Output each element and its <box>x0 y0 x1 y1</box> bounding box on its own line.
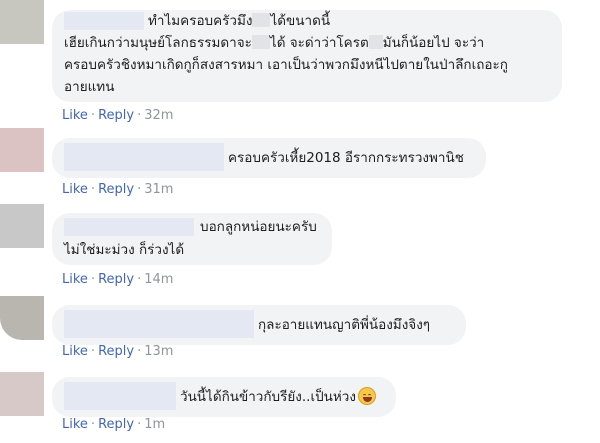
comment-text: บอกลูกหน่อยนะครับ <box>200 219 317 235</box>
comment-actions: Like · Reply · 1m <box>62 417 166 432</box>
timestamp[interactable]: 32m <box>144 108 173 123</box>
grinning-sweat-emoji <box>357 387 376 405</box>
avatar[interactable] <box>0 204 44 248</box>
comment-bubble: กุละอายแทนญาติพี่น้องมึงจิงๆ <box>52 305 466 345</box>
avatar[interactable] <box>0 372 44 416</box>
like-button[interactable]: Like <box>62 272 88 287</box>
timestamp[interactable]: 13m <box>144 344 173 359</box>
author-name[interactable] <box>64 143 224 171</box>
redaction-mask <box>252 13 271 27</box>
comment-bubble: ครอบครัวเหี้ย2018 อีรากกระทรวงพานิช <box>52 138 486 178</box>
reply-button[interactable]: Reply <box>98 108 134 123</box>
comment-text: ทำไมครอบครัวมึง <box>148 13 253 29</box>
comment-actions: Like · Reply · 13m <box>62 344 174 359</box>
like-button[interactable]: Like <box>62 344 88 359</box>
like-button[interactable]: Like <box>62 417 88 432</box>
comment-text: วันนี้ได้กินข้าวกับรียัง..เป็นห่วง <box>180 389 356 405</box>
comment-bubble: วันนี้ได้กินข้าวกับรียัง..เป็นห่วง <box>52 377 396 417</box>
author-name[interactable] <box>64 310 254 338</box>
like-button[interactable]: Like <box>62 108 88 123</box>
timestamp[interactable]: 31m <box>144 182 173 197</box>
reply-button[interactable]: Reply <box>98 182 134 197</box>
author-name[interactable] <box>64 382 176 410</box>
comment-text: ครอบครัวเหี้ย2018 อีรากกระทรวงพานิช <box>228 150 464 166</box>
comment-bubble: บอกลูกหน่อยนะครับ ไม่ใช่มะม่วง ก็ร่วงได้ <box>52 213 332 265</box>
comment-actions: Like · Reply · 31m <box>62 182 174 197</box>
reply-button[interactable]: Reply <box>98 272 134 287</box>
comment-actions: Like · Reply · 32m <box>62 108 174 123</box>
comment-actions: Like · Reply · 14m <box>62 272 174 287</box>
avatar[interactable] <box>0 296 44 340</box>
redaction-mask <box>368 35 383 49</box>
avatar[interactable] <box>0 128 44 172</box>
avatar[interactable] <box>0 0 44 44</box>
author-name[interactable] <box>64 12 144 30</box>
redaction-mask <box>251 35 270 49</box>
author-name[interactable] <box>64 218 194 236</box>
timestamp[interactable]: 1m <box>144 417 165 432</box>
reply-button[interactable]: Reply <box>98 417 134 432</box>
comment-text: กุละอายแทนญาติพี่น้องมึงจิงๆ <box>258 317 431 333</box>
timestamp[interactable]: 14m <box>144 272 173 287</box>
like-button[interactable]: Like <box>62 182 88 197</box>
reply-button[interactable]: Reply <box>98 344 134 359</box>
comment-bubble: ทำไมครอบครัวมึง ได้ขนาดนี้ เฮียเกินกว่ามน… <box>52 10 562 102</box>
